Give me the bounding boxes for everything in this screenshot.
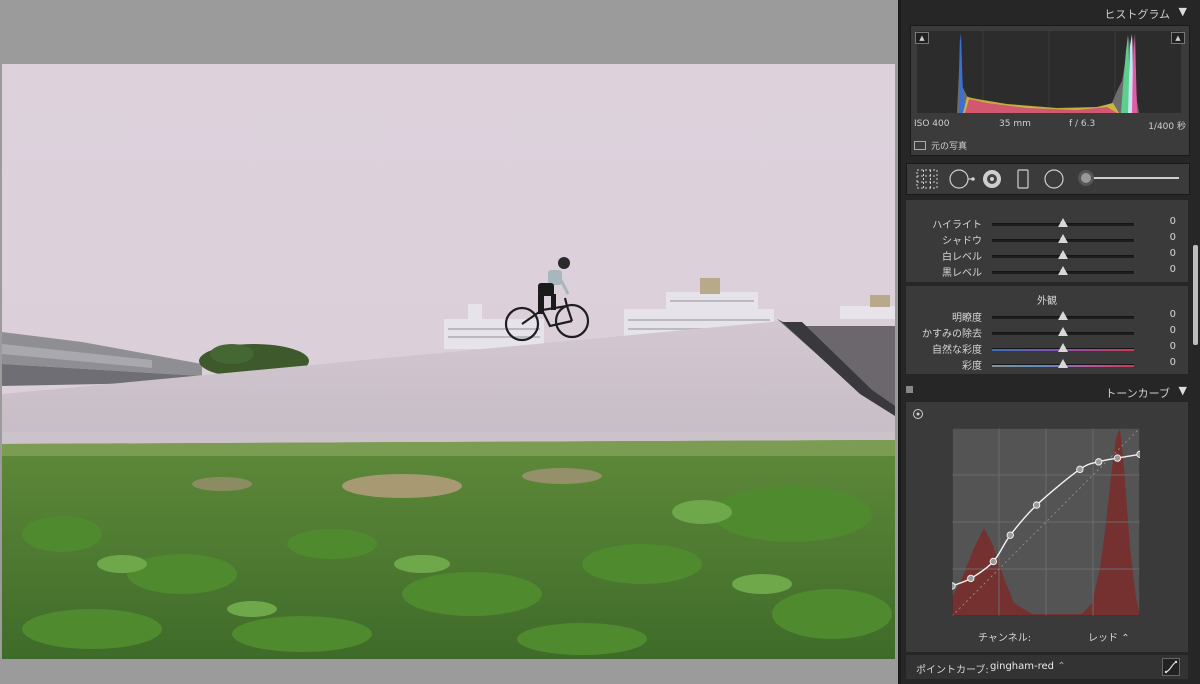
slider-label: ハイライト — [932, 220, 982, 231]
photo-viewer — [0, 0, 898, 684]
point-curve-select[interactable]: gingham-red ⌃ — [990, 661, 1066, 672]
slider-row[interactable]: ハイライト 0 — [906, 216, 1188, 231]
slider-thumb[interactable] — [1058, 218, 1068, 227]
channel-label: チャンネル: — [978, 633, 1032, 644]
curve-point[interactable] — [1032, 501, 1041, 509]
slider-label: 黒レベル — [942, 268, 982, 279]
photo-canvas[interactable] — [2, 64, 895, 659]
slider-thumb[interactable] — [1058, 266, 1068, 275]
target-adjust-icon[interactable] — [912, 408, 924, 420]
lightroom-develop: ヒストグラム ▼ ▲ ▲ ISO 400 35 mm f / 6.3 1/400 — [0, 0, 1200, 684]
slider-row[interactable]: 明瞭度 0 — [906, 309, 1188, 324]
slider-value[interactable]: 0 — [1170, 232, 1176, 243]
graduated-filter-icon[interactable] — [1017, 169, 1029, 189]
curve-point[interactable] — [1136, 450, 1144, 459]
redeye-icon[interactable] — [983, 170, 1001, 188]
tone-curve-panel: チャンネル: レッド ⌃ — [906, 402, 1188, 652]
slider-value[interactable]: 0 — [1170, 216, 1176, 227]
curve-point[interactable] — [948, 582, 956, 590]
slider-value[interactable]: 0 — [1170, 325, 1176, 336]
slider-row[interactable]: 黒レベル 0 — [906, 264, 1188, 279]
slider-label: シャドウ — [942, 236, 982, 247]
slider-thumb[interactable] — [1058, 234, 1068, 243]
slider-thumb[interactable] — [1058, 343, 1068, 352]
original-photo-toggle[interactable]: 元の写真 — [914, 139, 967, 152]
original-photo-checkbox[interactable] — [914, 141, 926, 150]
slider-value[interactable]: 0 — [1170, 248, 1176, 259]
point-curve-label: ポイントカーブ: — [916, 665, 989, 676]
histogram-plot[interactable] — [917, 31, 1181, 113]
slider-value[interactable]: 0 — [1170, 264, 1176, 275]
spot-removal-icon[interactable] — [949, 169, 975, 189]
tone-curve-header[interactable]: トーンカーブ ▼ — [904, 381, 1190, 401]
slider-label: 彩度 — [962, 361, 982, 372]
slider-label: 白レベル — [942, 252, 982, 263]
clip-highlight-icon[interactable]: ▲ — [1171, 32, 1185, 44]
exif-aperture: f / 6.3 — [1069, 119, 1096, 129]
point-curve-value: gingham-red — [990, 661, 1055, 672]
slider-thumb[interactable] — [1058, 311, 1068, 320]
presence-section: 外観 明瞭度 0 かすみの除去 0 自然な彩度 0 彩度 0 — [906, 286, 1188, 374]
tone-curve-title: トーンカーブ — [1105, 387, 1170, 400]
slider-row[interactable]: 自然な彩度 0 — [906, 341, 1188, 356]
exif-iso: ISO 400 — [914, 119, 950, 129]
radial-filter-icon[interactable] — [1044, 169, 1064, 189]
histogram-title: ヒストグラム — [1104, 8, 1170, 21]
photo-image — [2, 64, 895, 659]
point-curve-edit-icon[interactable] — [1162, 658, 1180, 676]
basic-section: ハイライト 0 シャドウ 0 白レベル 0 黒レベル 0 — [906, 200, 1188, 282]
channel-select[interactable]: レッド ⌃ — [1088, 629, 1130, 644]
curve-point[interactable] — [1006, 531, 1014, 539]
exif-focal: 35 mm — [999, 119, 1031, 129]
histogram-header[interactable]: ヒストグラム ▼ — [904, 2, 1190, 22]
original-photo-label: 元の写真 — [931, 142, 968, 152]
curve-point[interactable] — [967, 574, 975, 583]
chevron-updown-icon: ⌃ — [1057, 661, 1066, 672]
slider-label: かすみの除去 — [922, 329, 982, 340]
curve-point[interactable] — [989, 557, 998, 566]
channel-value: レッド — [1088, 633, 1118, 644]
collapse-triangle-icon[interactable]: ▼ — [1179, 384, 1187, 397]
slider-value[interactable]: 0 — [1170, 341, 1176, 352]
slider-label: 明瞭度 — [952, 313, 982, 324]
chevron-updown-icon: ⌃ — [1121, 633, 1130, 644]
presence-title: 外観 — [1037, 296, 1057, 307]
collapse-triangle-icon[interactable]: ▼ — [1179, 5, 1187, 18]
curve-point[interactable] — [1113, 454, 1122, 462]
tool-strip — [906, 163, 1190, 195]
slider-thumb[interactable] — [1058, 250, 1068, 259]
adjustment-brush-icon[interactable] — [1078, 170, 1179, 186]
slider-row[interactable]: 彩度 0 — [906, 357, 1188, 372]
point-curve-bar: ポイントカーブ: gingham-red ⌃ — [906, 655, 1188, 679]
slider-label: 自然な彩度 — [932, 345, 982, 356]
slider-row[interactable]: シャドウ 0 — [906, 232, 1188, 247]
clip-shadow-icon[interactable]: ▲ — [915, 32, 929, 44]
curve-point[interactable] — [1076, 465, 1084, 474]
slider-row[interactable]: 白レベル 0 — [906, 248, 1188, 263]
slider-thumb[interactable] — [1058, 359, 1068, 368]
slider-row[interactable]: かすみの除去 0 — [906, 325, 1188, 340]
curve-point[interactable] — [1094, 458, 1103, 466]
crop-grid-icon[interactable] — [916, 169, 938, 189]
tone-curve-plot[interactable] — [948, 427, 1144, 617]
histogram-panel: ▲ ▲ ISO 400 35 mm f / 6.3 1/400 秒 元の写真 — [910, 25, 1190, 156]
panel-scrollbar[interactable] — [1193, 245, 1198, 345]
exif-shutter: 1/400 秒 — [1148, 122, 1186, 132]
slider-value[interactable]: 0 — [1170, 309, 1176, 320]
panel-switch-icon[interactable] — [906, 386, 913, 393]
slider-value[interactable]: 0 — [1170, 357, 1176, 368]
slider-thumb[interactable] — [1058, 327, 1068, 336]
